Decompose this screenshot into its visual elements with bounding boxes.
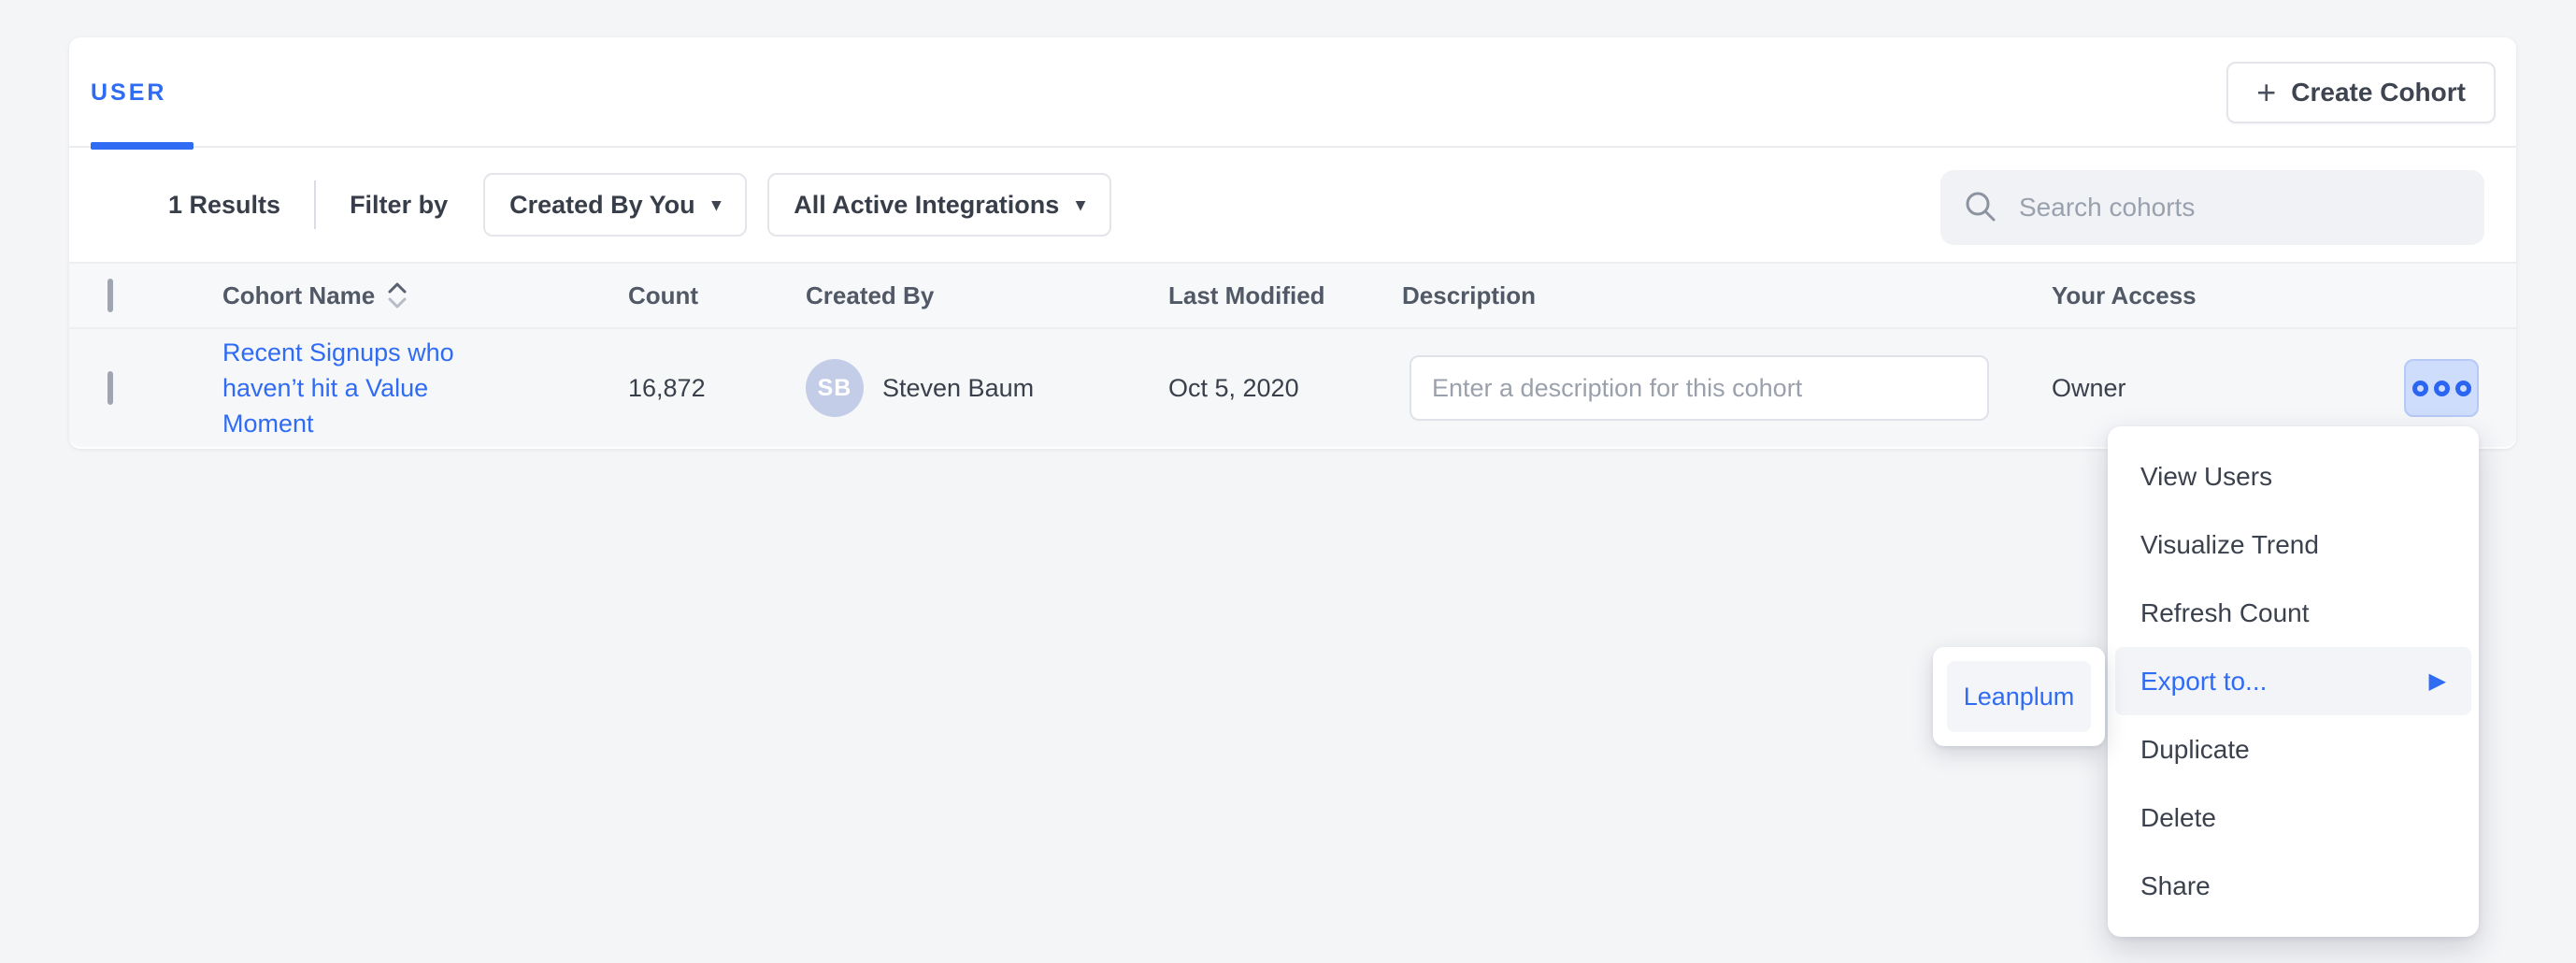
creator-name: Steven Baum — [882, 374, 1034, 403]
filter-bar: 1 Results Filter by Created By You ▾ All… — [69, 148, 2516, 262]
menu-item-share[interactable]: Share — [2115, 852, 2471, 920]
menu-item-export-to[interactable]: Export to... ▶ — [2115, 647, 2471, 715]
menu-item-duplicate[interactable]: Duplicate — [2115, 715, 2471, 783]
count-value: 16,872 — [628, 374, 806, 403]
filter-by-label: Filter by — [350, 191, 448, 220]
cohorts-page: { "tabs": { "user_label": "USER" }, "too… — [0, 0, 2576, 963]
description-input[interactable] — [1410, 355, 1989, 421]
menu-item-export-label: Export to... — [2140, 667, 2267, 697]
integrations-dropdown[interactable]: All Active Integrations ▾ — [767, 173, 1111, 237]
access-value: Owner — [2052, 374, 2387, 403]
row-checkbox[interactable] — [107, 371, 113, 405]
header-your-access: Your Access — [2052, 281, 2387, 310]
tab-bar: USER + Create Cohort — [69, 37, 2516, 148]
cohort-name-link[interactable]: Recent Signups who haven’t hit a Value M… — [222, 335, 464, 441]
results-count: 1 Results — [168, 191, 280, 220]
create-cohort-button[interactable]: + Create Cohort — [2226, 62, 2496, 123]
sort-icon — [386, 280, 408, 311]
header-last-modified: Last Modified — [1168, 281, 1402, 310]
more-options-icon — [2412, 381, 2428, 396]
row-context-menu: View Users Visualize Trend Refresh Count… — [2108, 426, 2479, 937]
submenu-item-leanplum[interactable]: Leanplum — [1947, 661, 2091, 732]
created-by-dropdown[interactable]: Created By You ▾ — [483, 173, 747, 237]
header-description: Description — [1402, 281, 2052, 310]
menu-item-view-users[interactable]: View Users — [2115, 442, 2471, 510]
divider — [314, 180, 316, 229]
search-input[interactable] — [2019, 193, 2462, 223]
menu-item-delete[interactable]: Delete — [2115, 783, 2471, 852]
tab-user[interactable]: USER — [91, 37, 166, 148]
search-box — [1940, 170, 2484, 245]
menu-item-refresh-count[interactable]: Refresh Count — [2115, 579, 2471, 647]
select-all-checkbox[interactable] — [107, 279, 113, 312]
caret-down-icon: ▾ — [1076, 194, 1085, 216]
created-by-cell: SB Steven Baum — [806, 359, 1168, 417]
plus-icon: + — [2256, 76, 2276, 109]
header-cohort-name[interactable]: Cohort Name — [222, 280, 628, 311]
menu-item-visualize-trend[interactable]: Visualize Trend — [2115, 510, 2471, 579]
avatar: SB — [806, 359, 864, 417]
integrations-dropdown-label: All Active Integrations — [794, 191, 1059, 220]
tab-user-label: USER — [91, 79, 166, 107]
create-cohort-label: Create Cohort — [2291, 78, 2466, 108]
last-modified-value: Oct 5, 2020 — [1168, 374, 1402, 403]
created-by-dropdown-label: Created By You — [509, 191, 695, 220]
table-header-row: Cohort Name Count Created By Last Modifi… — [69, 262, 2516, 329]
search-icon — [1963, 190, 1998, 225]
submenu-arrow-icon: ▶ — [2429, 668, 2446, 695]
cohorts-card: USER + Create Cohort 1 Results Filter by… — [69, 37, 2516, 449]
header-count: Count — [628, 281, 806, 310]
export-submenu: Leanplum — [1933, 647, 2105, 746]
header-created-by: Created By — [806, 281, 1168, 310]
more-options-button[interactable] — [2404, 359, 2479, 417]
caret-down-icon: ▾ — [712, 194, 722, 216]
